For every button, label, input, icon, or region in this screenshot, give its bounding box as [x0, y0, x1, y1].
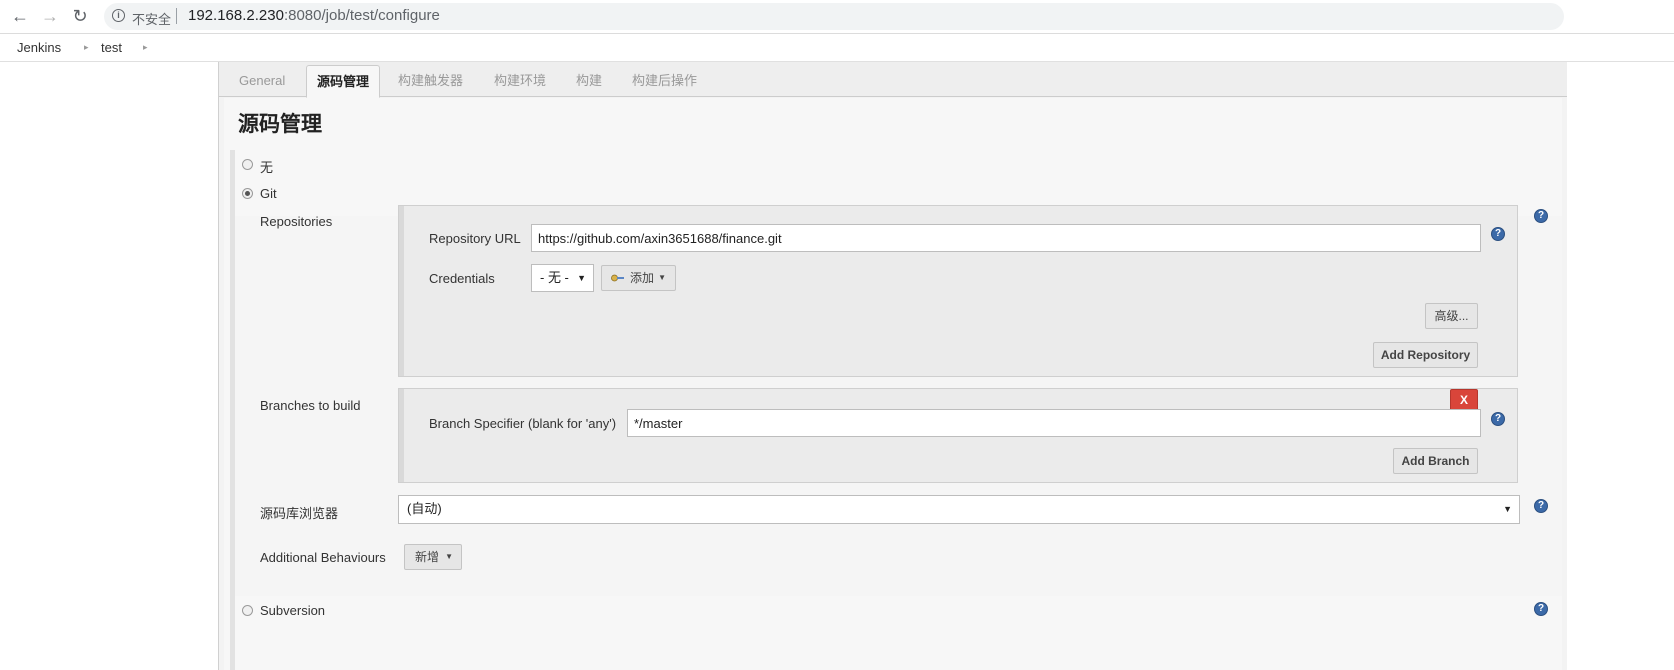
branch-box-stripe [399, 389, 404, 482]
add-behaviour-button[interactable]: 新增 ▼ [404, 544, 462, 570]
url-text[interactable]: 192.168.2.230:8080/job/test/configure [188, 7, 440, 24]
repo-browser-help-icon[interactable]: ? [1534, 499, 1548, 513]
info-icon[interactable]: i [112, 9, 125, 22]
branch-box: X Branch Specifier (blank for 'any') ? A… [398, 388, 1518, 483]
branch-specifier-label: Branch Specifier (blank for 'any') [429, 416, 617, 431]
add-behaviour-label: 新增 [415, 550, 440, 564]
omnibox-separator [176, 8, 177, 24]
back-arrow-icon[interactable]: ← [10, 6, 30, 26]
caret-down-icon: ▼ [577, 273, 586, 283]
breadcrumb-jenkins[interactable]: Jenkins [17, 40, 61, 55]
security-label: 不安全 [132, 12, 172, 27]
breadcrumb-test[interactable]: test [101, 40, 122, 55]
add-branch-button[interactable]: Add Branch [1393, 448, 1478, 474]
omnibox[interactable]: i 不安全 192.168.2.230:8080/job/test/config… [104, 3, 1564, 30]
branches-label: Branches to build [260, 398, 361, 413]
reload-icon[interactable]: ↻ [70, 6, 90, 26]
repo-url-label: Repository URL [429, 231, 521, 246]
radio-subversion[interactable] [242, 605, 253, 616]
repositories-label: Repositories [260, 214, 333, 229]
add-repository-button[interactable]: Add Repository [1373, 342, 1478, 368]
branch-specifier-help-icon[interactable]: ? [1491, 412, 1505, 426]
git-config-block: Repositories Repository URL Credentials … [235, 205, 1562, 596]
breadcrumb-chevron-icon[interactable]: ▸ [84, 42, 89, 53]
repo-browser-value: (自动) [407, 501, 442, 516]
radio-none[interactable] [242, 159, 253, 170]
key-icon [611, 274, 624, 282]
tab-build-environment[interactable]: 构建环境 [484, 67, 556, 95]
subversion-help-icon[interactable]: ? [1534, 602, 1548, 616]
credentials-value: - 无 - [540, 270, 569, 285]
scm-option-none-label: 无 [260, 160, 274, 175]
scm-section: 源码管理 无 Git Repositories Repository URL C… [224, 98, 1562, 670]
scm-option-git-label: Git [260, 186, 277, 201]
advanced-button[interactable]: 高级... [1425, 303, 1478, 329]
breadcrumb-chevron-icon[interactable]: ▸ [143, 42, 148, 53]
repo-browser-select[interactable]: (自动) ▼ [398, 495, 1520, 524]
credentials-label: Credentials [429, 271, 495, 286]
config-panel: General 源码管理 构建触发器 构建环境 构建 构建后操作 源码管理 无 … [218, 62, 1567, 670]
radio-git[interactable] [242, 188, 253, 199]
right-margin [1566, 62, 1674, 670]
tab-build[interactable]: 构建 [566, 67, 612, 95]
additional-behaviours-label: Additional Behaviours [260, 550, 386, 565]
browser-address-bar: ← → ↻ i 不安全 192.168.2.230:8080/job/test/… [0, 0, 1674, 34]
tab-build-triggers[interactable]: 构建触发器 [388, 67, 473, 95]
repo-url-input[interactable] [531, 224, 1481, 252]
delete-branch-button[interactable]: X [1450, 389, 1478, 411]
add-credentials-button[interactable]: 添加 ▼ [601, 265, 676, 291]
repository-box: Repository URL Credentials - 无 - ▼ 添加 ▼ … [398, 205, 1518, 377]
caret-down-icon: ▼ [1503, 504, 1512, 514]
branch-specifier-input[interactable] [627, 409, 1481, 437]
repository-box-stripe [399, 206, 404, 376]
url-path: :8080/job/test/configure [283, 7, 440, 24]
add-credentials-label: 添加 [630, 271, 655, 285]
caret-down-icon: ▼ [445, 552, 453, 561]
tab-scm[interactable]: 源码管理 [306, 65, 381, 98]
section-title: 源码管理 [238, 113, 322, 136]
config-tabbar: General 源码管理 构建触发器 构建环境 构建 构建后操作 [219, 62, 1567, 98]
url-host: 192.168.2.230 [188, 7, 284, 24]
repo-browser-label: 源码库浏览器 [260, 506, 339, 521]
breadcrumb: Jenkins ▸ test ▸ [0, 34, 1674, 62]
credentials-select[interactable]: - 无 - ▼ [531, 264, 594, 292]
tab-post-build[interactable]: 构建后操作 [622, 67, 707, 95]
scm-option-subversion-label: Subversion [260, 603, 326, 618]
tab-general[interactable]: General [229, 67, 295, 95]
forward-arrow-icon[interactable]: → [40, 6, 60, 26]
repo-url-help-icon[interactable]: ? [1491, 227, 1505, 241]
repositories-help-icon[interactable]: ? [1534, 209, 1548, 223]
caret-down-icon: ▼ [658, 273, 666, 282]
